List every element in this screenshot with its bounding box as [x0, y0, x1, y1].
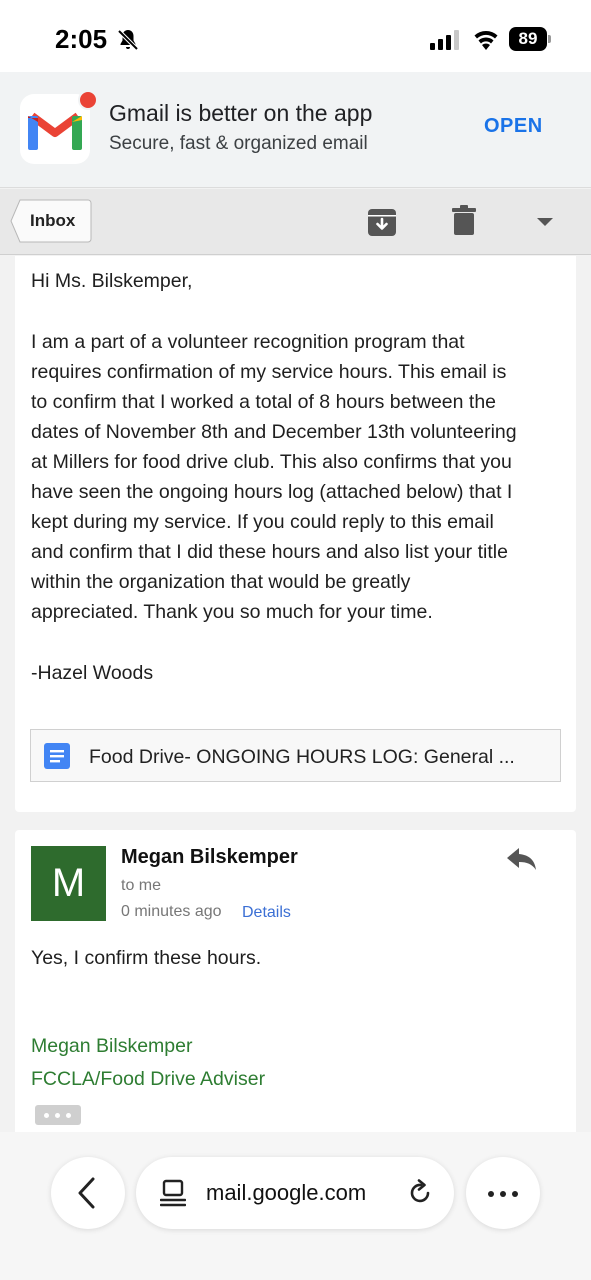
reload-icon[interactable]	[408, 1179, 434, 1207]
status-time: 2:05	[55, 24, 108, 54]
status-bar: 2:05 89	[0, 0, 591, 72]
app-promo-banner: Gmail is better on the app Secure, fast …	[0, 72, 591, 188]
message-line: to confirm that I worked a total of 8 ho…	[31, 391, 497, 413]
notification-dot	[78, 90, 98, 110]
page-icon[interactable]	[160, 1179, 186, 1207]
attachment-name: Food Drive- ONGOING HOURS LOG: General .…	[89, 746, 515, 768]
cellular-signal-icon	[430, 30, 459, 50]
archive-icon[interactable]	[367, 207, 397, 237]
battery-level: 89	[509, 27, 547, 51]
attachment-chip[interactable]: Food Drive- ONGOING HOURS LOG: General .…	[30, 729, 561, 782]
message-line: appreciated. Thank you so much for your …	[31, 601, 433, 623]
details-link[interactable]: Details	[242, 904, 291, 922]
message-line: and confirm that I did these hours and a…	[31, 541, 508, 563]
reply-card: M Megan Bilskemper to me 0 minutes ago D…	[15, 830, 576, 1140]
promo-subtitle: Secure, fast & organized email	[109, 133, 368, 154]
signature-title: FCCLA/Food Drive Adviser	[31, 1068, 266, 1090]
back-button[interactable]	[51, 1157, 125, 1229]
timestamp: 0 minutes ago	[121, 903, 222, 920]
promo-title: Gmail is better on the app	[109, 100, 373, 126]
address-bar[interactable]: mail.google.com	[136, 1157, 454, 1229]
google-docs-icon	[44, 743, 70, 769]
message-signature: -Hazel Woods	[31, 662, 154, 684]
message-card: Hi Ms. Bilskemper, I am a part of a volu…	[15, 256, 576, 812]
chevron-down-icon[interactable]	[536, 216, 554, 228]
message-line: I am a part of a volunteer recognition p…	[31, 331, 465, 353]
wifi-icon	[474, 31, 498, 50]
reply-icon[interactable]	[507, 848, 537, 870]
bell-slash-icon	[117, 29, 139, 51]
recipient-line: to me	[121, 877, 162, 894]
open-app-button[interactable]: OPEN	[484, 115, 543, 138]
show-trimmed-content-button[interactable]	[35, 1105, 81, 1125]
more-icon[interactable]	[466, 1157, 540, 1229]
message-line: Hi Ms. Bilskemper,	[31, 270, 193, 292]
battery-icon: 89	[509, 27, 551, 51]
message-line: dates of November 8th and December 13th …	[31, 421, 517, 443]
sender-name: Megan Bilskemper	[121, 846, 298, 868]
message-line: kept during my service. If you could rep…	[31, 511, 494, 533]
message-line: have seen the ongoing hours log (attache…	[31, 481, 513, 503]
signature-name: Megan Bilskemper	[31, 1035, 193, 1057]
browser-toolbar: mail.google.com	[0, 1132, 591, 1280]
gmail-logo-icon	[20, 90, 98, 164]
message-line: requires confirmation of my service hour…	[31, 361, 507, 383]
reply-body: Yes, I confirm these hours.	[31, 947, 262, 969]
message-line: at Millers for food drive club. This als…	[31, 451, 512, 473]
avatar: M	[31, 846, 106, 921]
inbox-label: Inbox	[30, 211, 76, 230]
back-icon	[78, 1177, 95, 1209]
mail-toolbar: Inbox	[0, 189, 591, 255]
message-line: within the organization that would be gr…	[31, 571, 411, 593]
trash-icon[interactable]	[452, 205, 476, 235]
inbox-back-button[interactable]: Inbox	[10, 199, 92, 243]
url-text: mail.google.com	[206, 1180, 367, 1205]
